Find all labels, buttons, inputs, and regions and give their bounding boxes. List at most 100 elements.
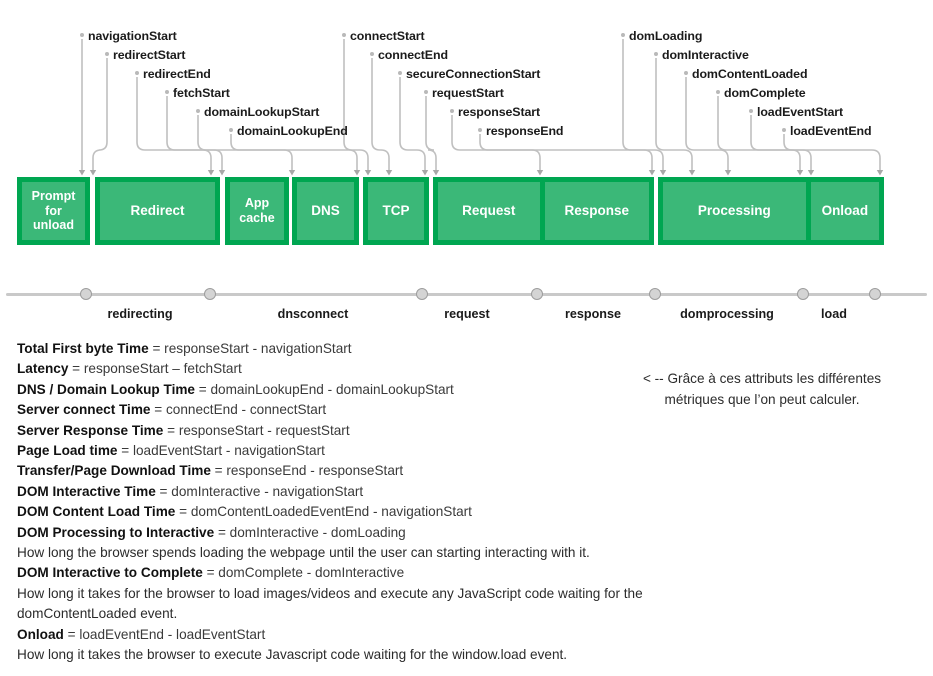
phase-box[interactable]: DNS xyxy=(297,182,354,240)
connector-arrow-icon xyxy=(385,170,393,176)
connector-line xyxy=(92,58,108,171)
phase-box[interactable]: Response xyxy=(544,182,649,240)
phase-group: Prompt for unload xyxy=(17,177,90,245)
event-dot xyxy=(105,52,109,56)
metric-expression: = domContentLoadedEventEnd - navigationS… xyxy=(175,504,472,520)
timing-event-label: fetchStart xyxy=(173,86,230,100)
metric-expression: = domainLookupEnd - domainLookupStart xyxy=(195,381,454,397)
event-dot xyxy=(165,90,169,94)
connector-arrow-icon xyxy=(796,170,804,176)
axis-line xyxy=(6,293,927,296)
event-dot xyxy=(398,71,402,75)
phase-group: App cache xyxy=(225,177,289,245)
connector-line xyxy=(399,77,426,171)
connector-arrow-icon xyxy=(724,170,732,176)
metric-row: Transfer/Page Download Time = responseEn… xyxy=(17,461,697,481)
timing-event-label: domLoading xyxy=(629,29,703,43)
event-dot xyxy=(135,71,139,75)
axis-phase-label: load xyxy=(821,307,847,321)
timing-event-label: domComplete xyxy=(724,86,806,100)
axis-tick-dot xyxy=(416,288,428,300)
axis-phase-label: dnsconnect xyxy=(277,307,349,321)
metric-row: DOM Interactive to Complete = domComplet… xyxy=(17,563,697,583)
event-dot xyxy=(716,90,720,94)
axis-tick-dot xyxy=(204,288,216,300)
phase-boxes-row: Prompt for unload Redirect App cache DNS TCP Req… xyxy=(0,177,933,245)
axis-phase-label: domprocessing xyxy=(680,307,774,321)
event-dot xyxy=(450,109,454,113)
phase-box[interactable]: TCP xyxy=(368,182,424,240)
metric-term: DOM Content Load Time xyxy=(17,504,176,520)
event-dot xyxy=(782,128,786,132)
axis-phase-label: response xyxy=(565,307,621,321)
connector-line xyxy=(371,58,390,171)
metric-term: Latency xyxy=(17,361,69,377)
metric-term: Server Response Time xyxy=(17,422,164,438)
connector-arrow-icon xyxy=(432,170,440,176)
connector-line xyxy=(425,96,437,171)
phase-box[interactable]: Prompt for unload xyxy=(22,182,85,240)
metric-description: How long it takes for the browser to loa… xyxy=(17,585,643,622)
timeline-axis: redirecting dnsconnect request response domp… xyxy=(0,285,933,330)
axis-tick-dot xyxy=(531,288,543,300)
axis-tick-dot xyxy=(797,288,809,300)
event-dot xyxy=(196,109,200,113)
connector-arrow-icon xyxy=(648,170,656,176)
axis-tick-dot xyxy=(649,288,661,300)
metric-expression: = responseStart - navigationStart xyxy=(148,341,352,356)
metric-row: Server Response Time = responseStart - r… xyxy=(17,421,697,441)
metric-term: DOM Processing to Interactive xyxy=(17,524,215,540)
metric-expression: = loadEventStart - navigationStart xyxy=(117,443,325,459)
phase-box[interactable]: Onload xyxy=(810,182,879,240)
connector-line xyxy=(622,39,664,171)
timing-event-label: redirectStart xyxy=(113,48,186,62)
phase-box[interactable]: Request xyxy=(438,182,540,240)
connector-line xyxy=(685,77,729,171)
event-dot xyxy=(424,90,428,94)
metric-row: Total First byte Time = responseStart - … xyxy=(17,339,697,359)
metric-description: How long it takes the browser to execute… xyxy=(17,647,568,663)
axis-tick-dot xyxy=(80,288,92,300)
metric-row: Latency = responseStart – fetchStart xyxy=(17,359,697,379)
phase-group: Redirect xyxy=(95,177,220,245)
timing-event-label: navigationStart xyxy=(88,29,177,43)
connector-arrow-icon xyxy=(207,170,215,176)
metric-expression: = connectEnd - connectStart xyxy=(150,402,327,418)
event-dot xyxy=(342,33,346,37)
connector-arrow-icon xyxy=(218,170,226,176)
metric-row: Server connect Time = connectEnd - conne… xyxy=(17,400,697,420)
phase-group: DNS xyxy=(292,177,359,245)
metric-expression: = domInteractive - navigationStart xyxy=(155,483,364,499)
timing-event-label: responseStart xyxy=(458,105,541,119)
metric-row: Page Load time = loadEventStart - naviga… xyxy=(17,441,697,461)
event-dot xyxy=(229,128,233,132)
event-dot xyxy=(684,71,688,75)
timing-event-label: loadEventEnd xyxy=(790,124,872,138)
metric-term: Transfer/Page Download Time xyxy=(17,463,211,479)
timing-event-label: connectEnd xyxy=(378,48,448,62)
metric-row: DNS / Domain Lookup Time = domainLookupE… xyxy=(17,380,697,400)
connector-arrow-icon xyxy=(288,170,296,176)
metric-row: DOM Interactive Time = domInteractive - … xyxy=(17,482,697,502)
timing-event-label: secureConnectionStart xyxy=(406,67,541,81)
connector-arrow-icon xyxy=(78,170,86,176)
performance-timing-diagram: navigationStart redirectStart redirectEnd f… xyxy=(0,0,933,676)
phase-box[interactable]: Processing xyxy=(663,182,806,240)
metric-expression: = responseStart – fetchStart xyxy=(68,361,242,377)
phase-box[interactable]: App cache xyxy=(230,182,284,240)
timing-event-label: domainLookupEnd xyxy=(237,124,348,138)
axis-tick-dot xyxy=(869,288,881,300)
metric-term: Page Load time xyxy=(17,443,118,459)
event-dot xyxy=(654,52,658,56)
connector-arrow-icon xyxy=(688,170,696,176)
connector-line xyxy=(479,134,653,171)
event-dot xyxy=(370,52,374,56)
metric-term: Server connect Time xyxy=(17,402,151,418)
phase-box[interactable]: Redirect xyxy=(100,182,215,240)
timing-event-label: responseEnd xyxy=(486,124,564,138)
metric-expression: = responseEnd - responseStart xyxy=(210,463,404,479)
metric-row: DOM Processing to Interactive = domInter… xyxy=(17,523,697,543)
axis-phase-label: request xyxy=(444,307,490,321)
phase-group: Processing Onload xyxy=(658,177,884,245)
timing-event-label: loadEventStart xyxy=(757,105,844,119)
